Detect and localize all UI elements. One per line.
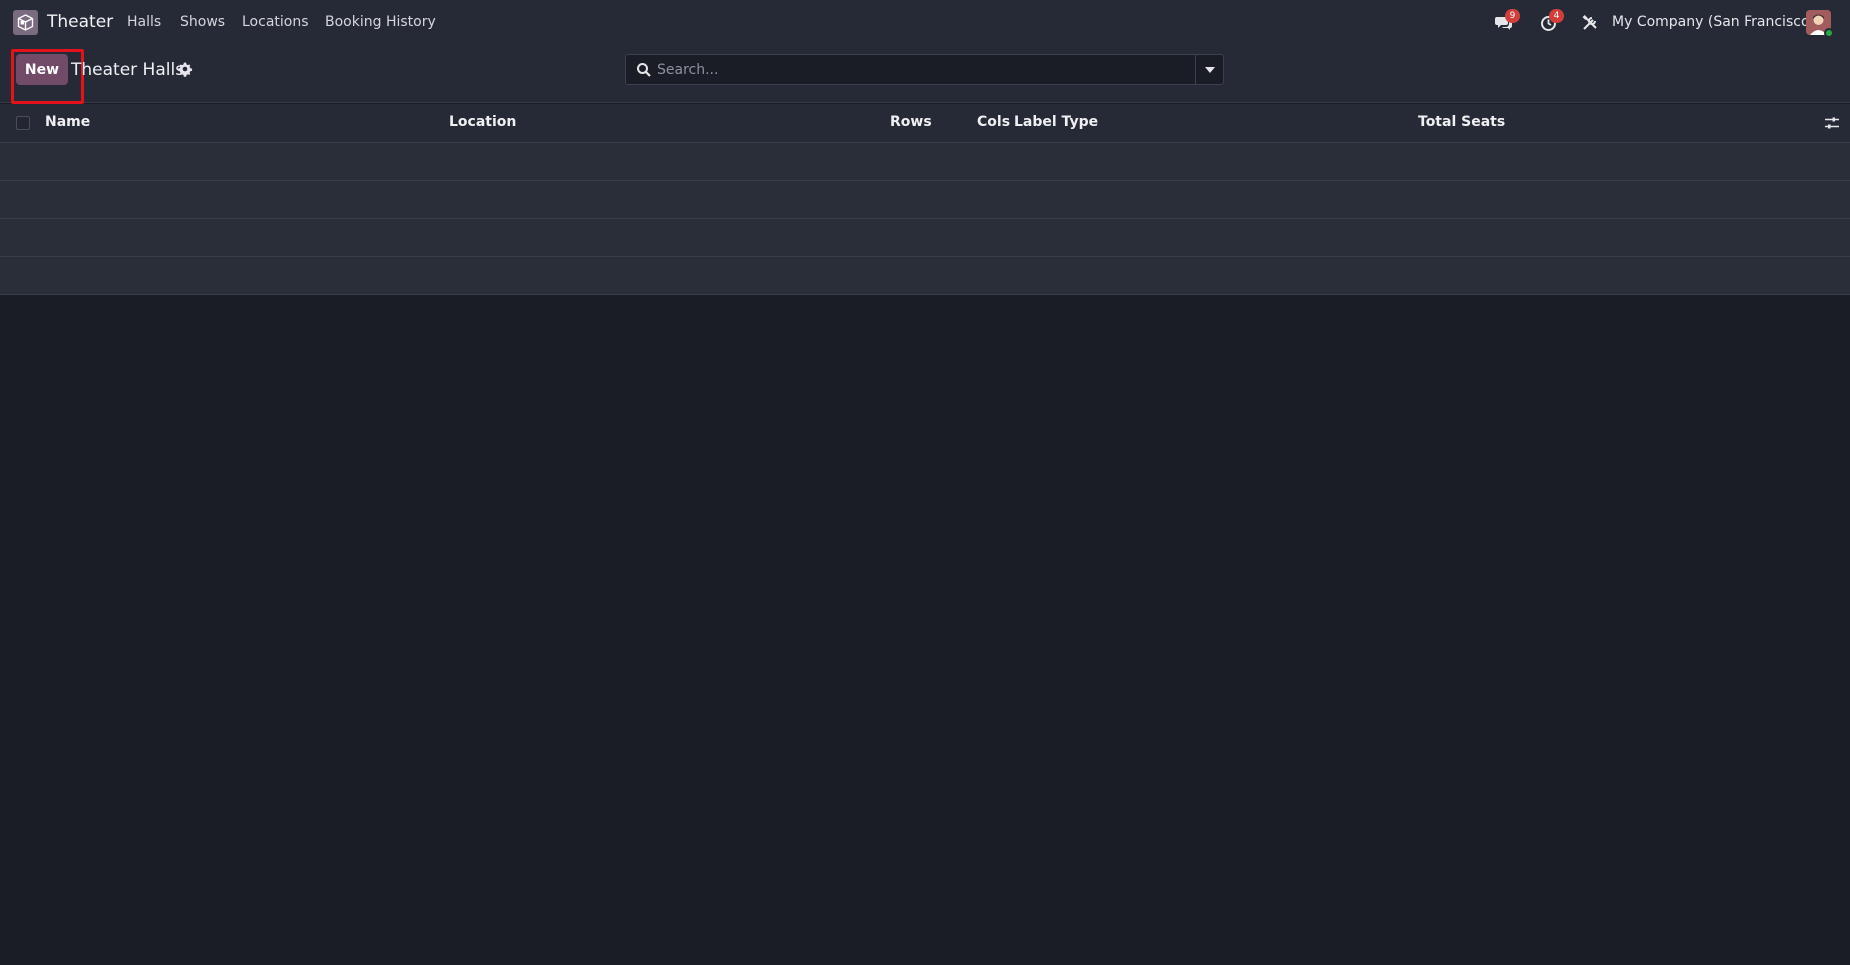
optional-columns-toggle-icon[interactable] — [1824, 115, 1840, 131]
column-header-total-seats[interactable]: Total Seats — [1418, 114, 1505, 130]
page-title: Theater Halls — [71, 60, 185, 80]
company-switcher[interactable]: My Company (San Francisco) — [1612, 14, 1815, 30]
select-all-checkbox[interactable] — [16, 116, 30, 130]
search-bar — [625, 54, 1196, 85]
column-header-name[interactable]: Name — [45, 114, 90, 130]
search-icon — [637, 63, 651, 77]
search-input[interactable] — [657, 55, 1187, 84]
new-button[interactable]: New — [16, 54, 68, 85]
column-header-cols[interactable]: Cols — [977, 114, 1010, 130]
online-status-indicator — [1824, 28, 1834, 38]
menu-item-locations[interactable]: Locations — [242, 14, 309, 30]
debug-tools-button[interactable] — [1579, 12, 1601, 34]
user-avatar[interactable] — [1806, 10, 1834, 38]
search-options-toggle[interactable] — [1195, 54, 1224, 85]
empty-table-row — [0, 143, 1850, 181]
app-name[interactable]: Theater — [47, 12, 113, 32]
column-header-rows[interactable]: Rows — [890, 114, 932, 130]
app-logo-icon[interactable] — [13, 10, 38, 35]
caret-down-icon — [1204, 66, 1215, 73]
gear-icon[interactable] — [177, 61, 193, 77]
empty-table-row — [0, 219, 1850, 257]
messages-count-badge: 9 — [1505, 9, 1520, 23]
tools-icon — [1582, 15, 1597, 30]
main-navbar: Theater Halls Shows Locations Booking Hi… — [0, 0, 1850, 45]
messages-button[interactable]: 9 — [1493, 9, 1520, 34]
control-panel: New Theater Halls — [0, 45, 1850, 104]
list-header: Name Location Rows Cols Label Type Total… — [0, 104, 1850, 143]
empty-table-row — [0, 257, 1850, 295]
menu-item-shows[interactable]: Shows — [180, 14, 225, 30]
menu-item-halls[interactable]: Halls — [127, 14, 161, 30]
menu-item-booking-history[interactable]: Booking History — [325, 14, 436, 30]
activities-count-badge: 4 — [1549, 9, 1564, 23]
activities-button[interactable]: 4 — [1537, 9, 1564, 34]
empty-table-row — [0, 181, 1850, 219]
column-header-location[interactable]: Location — [449, 114, 516, 130]
column-header-label-type[interactable]: Label Type — [1014, 114, 1098, 130]
